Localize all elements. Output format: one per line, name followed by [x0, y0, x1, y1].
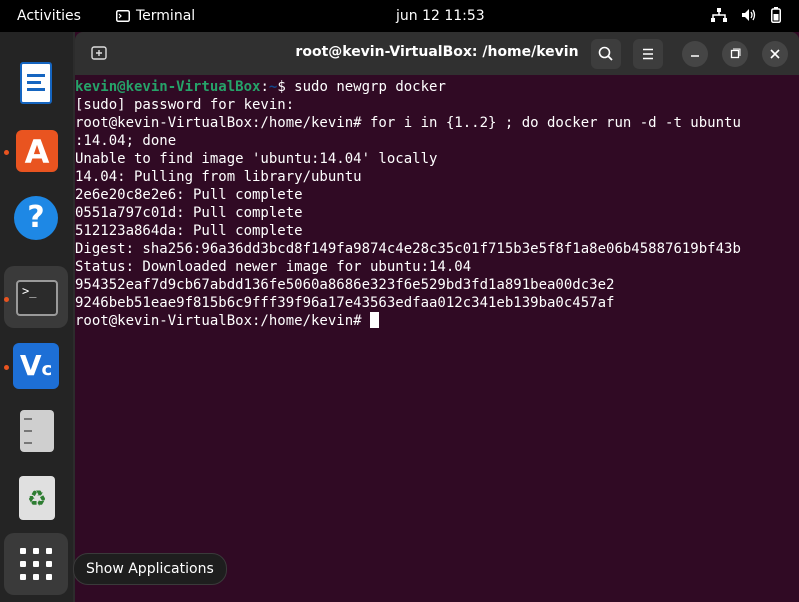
terminal-output[interactable]: kevin@kevin-VirtualBox:~$ sudo newgrp do… — [75, 78, 799, 602]
terminal-window: root@kevin-VirtualBox: /home/kevin kevin… — [75, 32, 799, 602]
vnc-viewer-icon: Vc — [13, 343, 59, 389]
terminal-line: Status: Downloaded newer image for ubunt… — [75, 259, 472, 275]
minimize-button[interactable] — [682, 41, 708, 67]
maximize-icon — [730, 48, 741, 59]
terminal-line: 2e6e20c8e2e6: Pull complete — [75, 187, 303, 203]
terminal-line: 9246beb51eae9f815b6c9fff39f96a17e43563ed… — [75, 295, 615, 311]
software-store-icon: A — [16, 130, 58, 172]
terminal-line: [sudo] password for kevin: — [75, 97, 295, 113]
help-icon: ? — [14, 196, 58, 240]
terminal-icon: >_ — [16, 280, 58, 316]
prompt-last: root@kevin-VirtualBox:/home/kevin# — [75, 313, 371, 329]
running-indicator — [4, 297, 9, 302]
app-menu[interactable]: Terminal — [116, 8, 195, 24]
terminal-line: 14.04: Pulling from library/ubuntu — [75, 169, 362, 185]
top-bar: Activities Terminal jun 12 11:53 — [0, 0, 799, 32]
dock: A ? >_ Vc ♻ — [0, 32, 73, 602]
terminal-line: root@kevin-VirtualBox:/home/kevin# for i… — [75, 115, 741, 131]
minimize-icon — [691, 55, 699, 57]
trash-icon: ♻ — [19, 476, 55, 520]
terminal-line: Digest: sha256:96a36dd3bcd8f149fa9874c4e… — [75, 241, 741, 257]
terminal-line: 954352eaf7d9cb67abdd136fe5060a8686e323f6… — [75, 277, 615, 293]
hamburger-menu-icon — [643, 48, 653, 60]
search-icon — [598, 46, 613, 61]
text-cursor — [370, 312, 380, 328]
show-applications-tooltip: Show Applications — [73, 553, 227, 585]
terminal-line: 512123a864da: Pull complete — [75, 223, 303, 239]
system-tray[interactable] — [711, 7, 781, 23]
battery-icon — [771, 7, 781, 23]
prompt-user: kevin@kevin-VirtualBox — [75, 79, 261, 95]
search-button[interactable] — [591, 39, 621, 69]
libreoffice-writer-icon — [20, 62, 52, 104]
running-indicator — [4, 150, 9, 155]
volume-icon — [742, 9, 756, 21]
terminal-line: 0551a797c01d: Pull complete — [75, 205, 303, 221]
close-button[interactable] — [762, 41, 788, 67]
menu-button[interactable] — [633, 39, 663, 69]
files-cabinet-icon — [20, 410, 54, 452]
header-bar: root@kevin-VirtualBox: /home/kevin — [75, 32, 799, 75]
prompt-separator: : — [260, 79, 269, 95]
network-icon — [711, 8, 727, 22]
app-menu-label: Terminal — [136, 8, 196, 24]
terminal-line: root@kevin-VirtualBox:/home/kevin# — [75, 312, 799, 330]
prompt-command: $ sudo newgrp docker — [277, 79, 446, 95]
terminal-app-icon — [116, 10, 130, 22]
running-indicator — [4, 365, 9, 370]
clock[interactable]: jun 12 11:53 — [396, 8, 485, 24]
activities-button[interactable]: Activities — [17, 8, 81, 24]
terminal-line: :14.04; done — [75, 133, 177, 149]
apps-grid-icon — [20, 548, 52, 580]
terminal-line: kevin@kevin-VirtualBox:~$ sudo newgrp do… — [75, 78, 799, 96]
close-icon — [770, 49, 780, 59]
maximize-button[interactable] — [722, 41, 748, 67]
terminal-line: Unable to find image 'ubuntu:14.04' loca… — [75, 151, 438, 167]
